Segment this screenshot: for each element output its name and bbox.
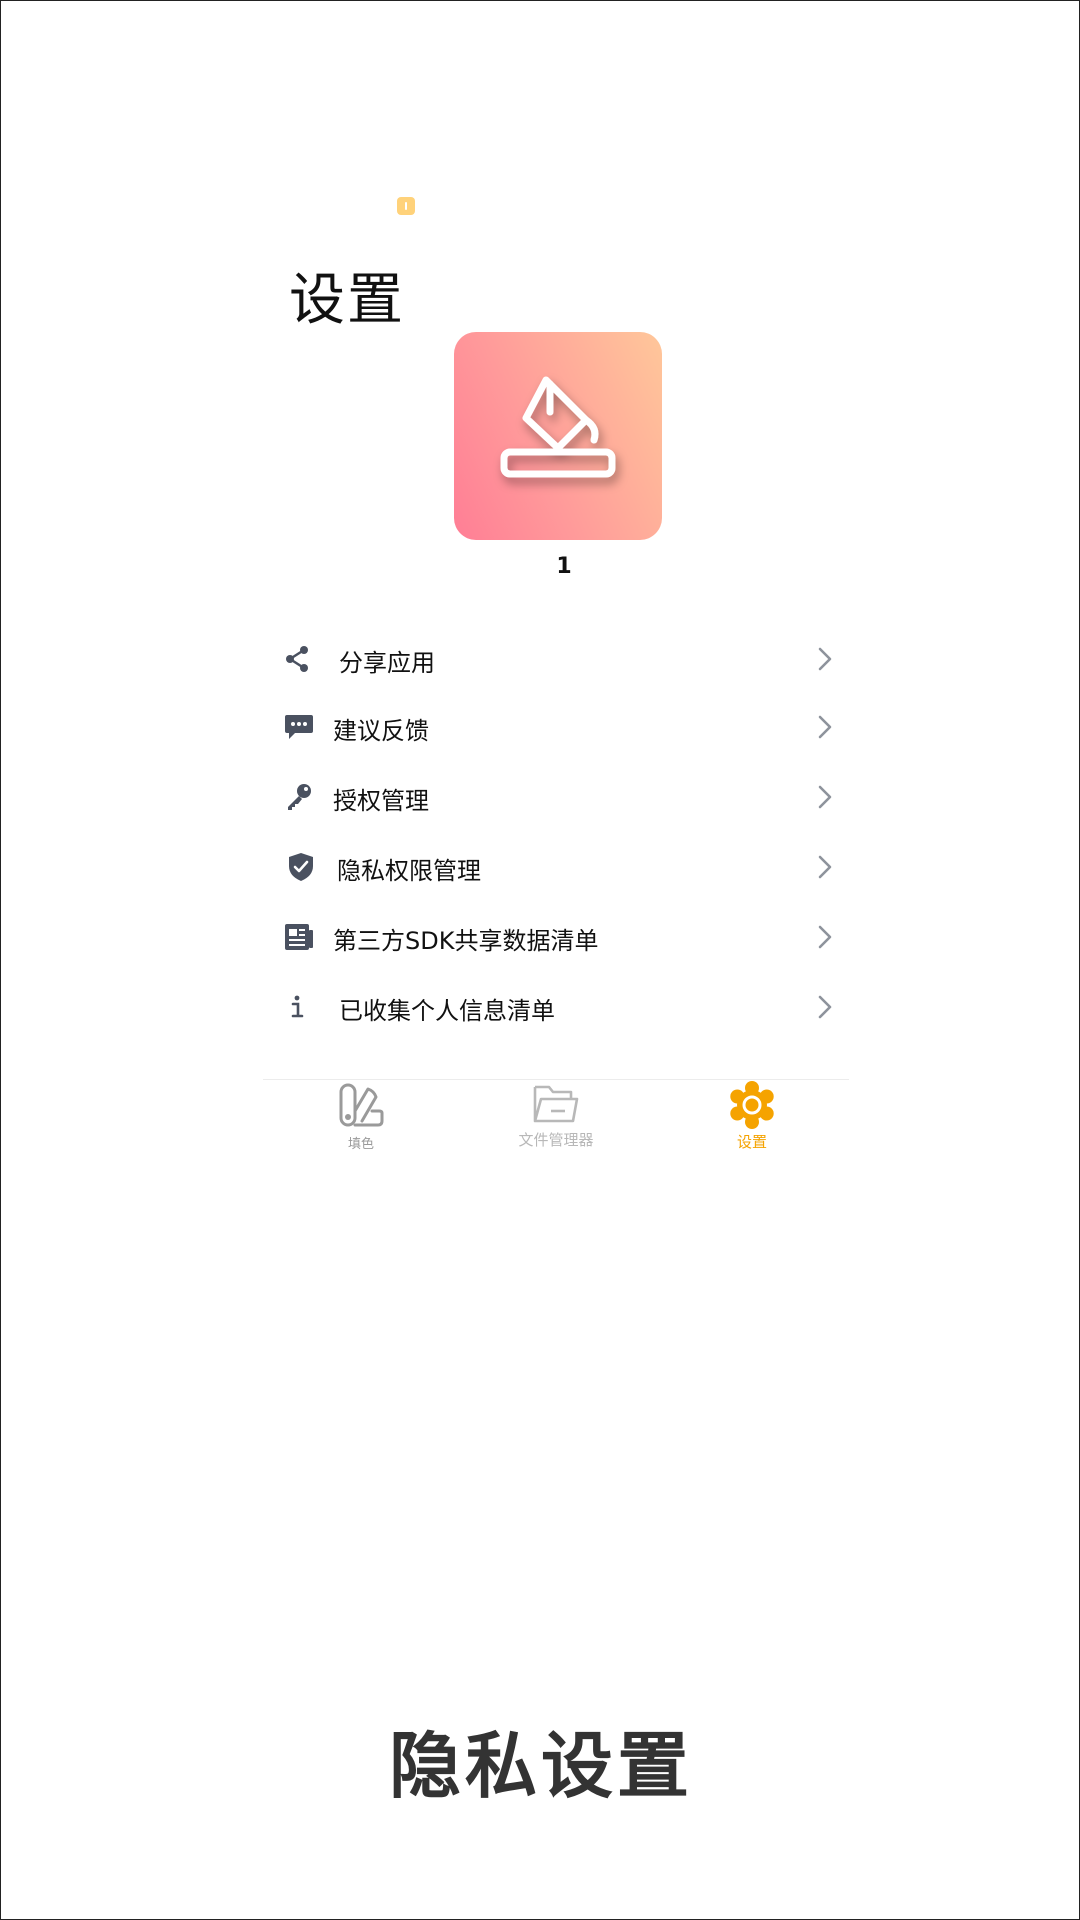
status-notification-icon	[397, 197, 415, 215]
key-icon	[288, 784, 311, 810]
chevron-right-icon	[818, 785, 832, 809]
tab-file-manager[interactable]: 文件管理器	[496, 1081, 616, 1171]
page-title: 设置	[289, 268, 405, 333]
app-logo	[454, 332, 662, 540]
chevron-right-icon	[818, 925, 832, 949]
gear-icon	[730, 1081, 774, 1129]
paint-bucket-icon	[500, 376, 616, 478]
share-icon	[286, 646, 308, 672]
shield-check-icon	[289, 853, 313, 881]
menu-item-label: 分享应用	[339, 649, 435, 677]
chevron-right-icon	[818, 647, 832, 671]
menu-item-personal-info[interactable]: 已收集个人信息清单	[263, 977, 839, 1037]
caption-text: 隐私设置	[388, 1724, 693, 1808]
menu-item-share-app[interactable]: 分享应用	[263, 629, 839, 689]
menu-item-label: 隐私权限管理	[337, 857, 481, 885]
palette-icon	[339, 1083, 384, 1127]
menu-item-label: 建议反馈	[333, 717, 429, 745]
folder-icon	[533, 1085, 579, 1123]
info-icon	[291, 995, 304, 1018]
tab-label: 填色	[347, 1137, 374, 1152]
menu-item-label: 已收集个人信息清单	[339, 997, 555, 1025]
chevron-right-icon	[818, 995, 832, 1019]
menu-item-authorization[interactable]: 授权管理	[263, 767, 839, 827]
menu-item-label: 第三方SDK共享数据清单	[333, 927, 599, 955]
menu-item-feedback[interactable]: 建议反馈	[263, 697, 839, 757]
tabbar-divider	[263, 1079, 849, 1080]
menu-item-privacy-permissions[interactable]: 隐私权限管理	[263, 837, 839, 897]
screen-frame: 设置 1 分享应用 建议反馈 授权管理 隐私权限管理 第三方SDK共享数据清单 …	[0, 0, 1080, 1920]
chat-bubble-icon	[285, 715, 313, 739]
tab-label: 文件管理器	[518, 1131, 594, 1149]
tab-coloring[interactable]: 填色	[301, 1081, 421, 1171]
tab-settings[interactable]: 设置	[692, 1081, 812, 1171]
menu-item-third-party-sdk[interactable]: 第三方SDK共享数据清单	[263, 907, 839, 967]
document-list-icon	[285, 924, 313, 950]
chevron-right-icon	[818, 855, 832, 879]
tab-label: 设置	[736, 1133, 767, 1151]
menu-item-label: 授权管理	[333, 787, 429, 815]
chevron-right-icon	[818, 715, 832, 739]
app-name: 1	[556, 554, 572, 579]
